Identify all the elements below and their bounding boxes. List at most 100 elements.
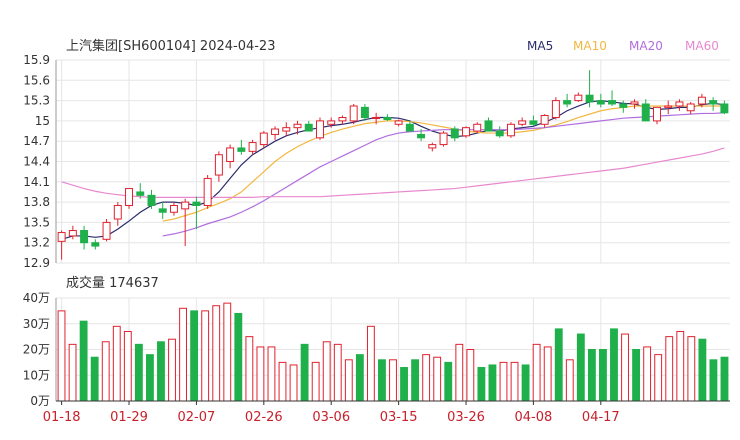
candle-body: [147, 194, 156, 206]
candle-body: [450, 128, 459, 139]
price-tick-label: 15: [35, 114, 50, 128]
volume-tick-label: 0万: [30, 394, 50, 408]
legend-ma60: MA60: [685, 39, 719, 53]
volume-bar: [621, 333, 629, 402]
candle-body: [181, 201, 190, 210]
ma-line-ma10: [162, 105, 725, 222]
volume-bar: [543, 346, 552, 402]
candle-body: [57, 232, 66, 242]
price-tick-label: 15.9: [23, 53, 50, 67]
candle: [304, 120, 313, 132]
volume-bar: [157, 341, 165, 402]
candle: [506, 122, 515, 138]
candle: [495, 126, 504, 138]
candle: [214, 151, 223, 182]
price-tick-label: 14.7: [23, 134, 50, 148]
candle-body: [349, 105, 358, 122]
volume-bar: [223, 302, 232, 402]
volume-bar: [90, 356, 99, 402]
volume-bar: [333, 343, 342, 402]
volume-bar: [79, 320, 88, 402]
candle: [518, 117, 527, 127]
candle: [338, 115, 347, 125]
candle-body: [439, 132, 448, 146]
candle-body: [495, 130, 504, 137]
candle-body: [518, 120, 527, 125]
candle-body: [720, 103, 729, 114]
volume-bar: [234, 312, 243, 402]
volume-bar: [687, 336, 696, 402]
chart-svg: 上汽集团[SH600104] 2024-04-23 MA5 MA10 MA20 …: [23, 38, 730, 425]
candle: [709, 97, 718, 111]
candle: [169, 202, 178, 216]
candle: [551, 97, 560, 120]
candle-body: [304, 123, 313, 132]
candle-body: [394, 120, 403, 125]
x-tick-label: 02-26: [245, 410, 283, 425]
candle: [462, 126, 470, 138]
candle-body: [372, 117, 381, 120]
moving-average-lines: [61, 99, 725, 240]
candle-body: [192, 201, 201, 206]
candle: [237, 139, 246, 155]
candle-body: [653, 106, 661, 122]
candle-body: [360, 106, 369, 119]
x-tick-label: 03-26: [447, 410, 485, 425]
candle-body: [596, 100, 605, 105]
candle-body: [136, 191, 145, 196]
volume-bar: [554, 328, 563, 402]
candle: [248, 139, 257, 155]
price-tick-label: 15.3: [23, 94, 50, 108]
price-tick-label: 14.4: [23, 155, 50, 169]
price-tick-label: 13.2: [23, 236, 50, 250]
candle-body: [529, 120, 538, 125]
stock-chart: 上汽集团[SH600104] 2024-04-23 MA5 MA10 MA20 …: [0, 0, 740, 440]
x-tick-label: 01-29: [110, 410, 148, 425]
volume-bar: [300, 343, 309, 402]
candle-body: [619, 103, 628, 108]
price-tick-label: 13.8: [23, 195, 50, 209]
candle: [147, 189, 156, 209]
candle-body: [214, 154, 223, 176]
candle-body: [540, 114, 549, 125]
volume-bar: [632, 349, 641, 402]
candle: [608, 90, 617, 107]
price-tick-label: 12.9: [23, 256, 50, 270]
volume-bar: [344, 359, 353, 402]
candle-body: [338, 117, 347, 122]
candle: [226, 144, 235, 169]
volume-bar: [400, 367, 408, 402]
volume-bar: [720, 356, 729, 402]
candle-body: [259, 132, 268, 146]
price-tick-label: 13.5: [23, 215, 50, 229]
candle: [641, 99, 650, 122]
candle-body: [158, 208, 167, 213]
date-axis: 01-18 01-29 02-07 02-26 03-06 03-15 03-26 04-08…: [43, 400, 730, 425]
candle-body: [383, 117, 392, 121]
candle-body: [91, 242, 100, 247]
volume-bar: [643, 346, 652, 402]
volume-bar: [201, 310, 210, 402]
price-tick-label: 15.6: [23, 73, 50, 87]
candle: [349, 103, 358, 125]
candle-body: [484, 120, 493, 132]
candle: [428, 142, 437, 152]
volume-bar: [477, 367, 486, 402]
volume-bar: [278, 361, 287, 402]
volume-bar: [123, 330, 132, 402]
candle-body: [697, 96, 706, 105]
candle-body: [405, 123, 414, 132]
legend-ma10: MA10: [573, 39, 607, 53]
candle-body: [641, 103, 650, 122]
candle-body: [585, 94, 594, 103]
candle: [653, 106, 661, 125]
volume-bar: [179, 307, 187, 402]
candle: [484, 117, 493, 132]
volume-bar: [466, 349, 475, 402]
candle: [158, 202, 167, 220]
candle: [664, 100, 673, 115]
candle-body: [248, 142, 257, 152]
volume-bar: [212, 305, 221, 402]
candle: [450, 126, 459, 142]
candle: [585, 70, 594, 108]
